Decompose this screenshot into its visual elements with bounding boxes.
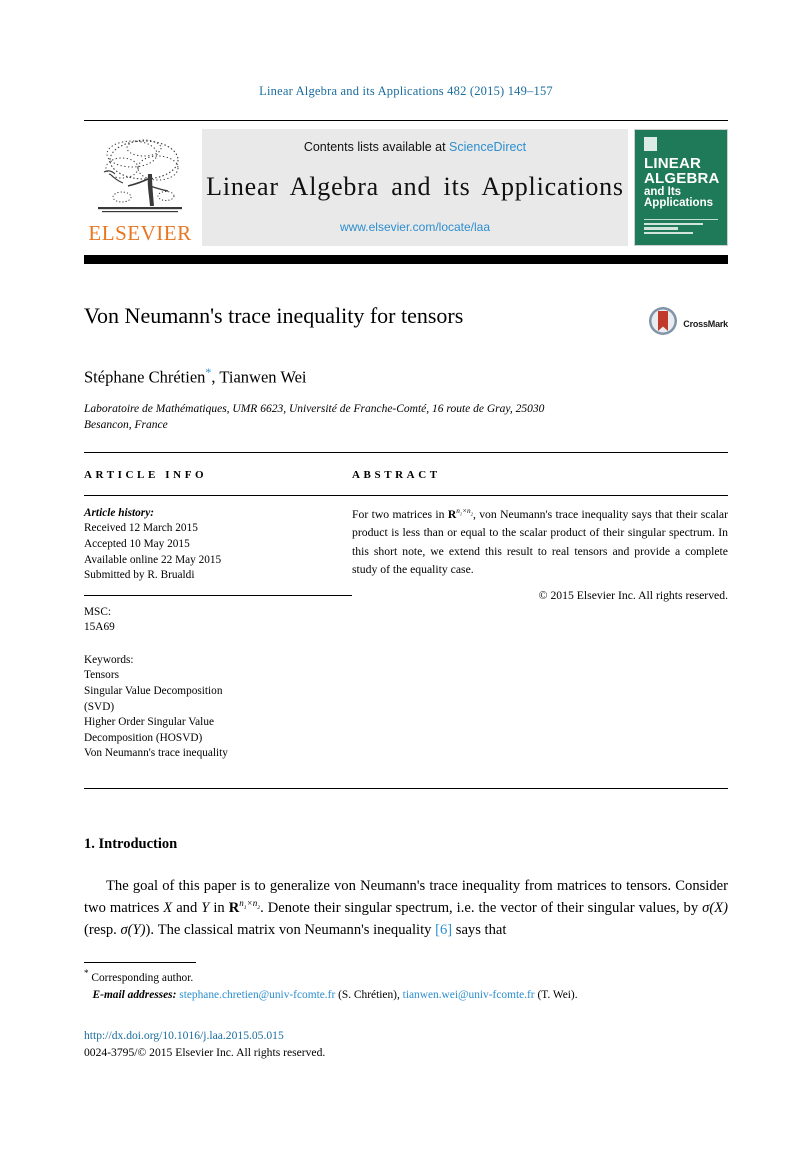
history-item: Submitted by R. Brualdi xyxy=(84,569,195,582)
masthead-thick-divider xyxy=(84,255,728,264)
author-name-2: , Tianwen Wei xyxy=(211,367,307,387)
intro-text-d: . Denote their singular spectrum, i.e. t… xyxy=(260,900,703,917)
contents-lists-line: Contents lists available at ScienceDirec… xyxy=(304,140,526,154)
abstract-column: ABSTRACT For two matrices in Rn1×n2, von… xyxy=(352,469,728,762)
history-item: Accepted 10 May 2015 xyxy=(84,538,190,550)
footnote-rule xyxy=(84,962,196,963)
page-title: Von Neumann's trace inequality for tenso… xyxy=(84,303,464,328)
title-row: Von Neumann's trace inequality for tenso… xyxy=(84,302,728,341)
msc-value: 15A69 xyxy=(84,621,115,634)
keyword-item: (SVD) xyxy=(84,700,115,713)
keyword-item: Decomposition (HOSVD) xyxy=(84,731,203,744)
email-owner-2: (T. Wei). xyxy=(537,988,578,1001)
keyword-item: Tensors xyxy=(84,669,119,682)
citation-link-6[interactable]: [6] xyxy=(435,922,452,938)
masthead-top-rule xyxy=(84,120,728,121)
journal-homepage-link[interactable]: www.elsevier.com/locate/laa xyxy=(340,220,490,234)
elsevier-tree-icon xyxy=(92,134,188,222)
crossmark-icon xyxy=(648,306,678,341)
masthead-center-panel: Contents lists available at ScienceDirec… xyxy=(202,129,628,246)
keyword-item: Von Neumann's trace inequality xyxy=(84,747,228,760)
contents-lists-prefix: Contents lists available at xyxy=(303,140,450,154)
elsevier-logo: ELSEVIER xyxy=(84,129,196,246)
author-list: Stéphane Chrétien*, Tianwen Wei xyxy=(84,365,728,388)
author-affiliation: Laboratoire de Mathématiques, UMR 6623, … xyxy=(84,402,545,432)
running-head: Linear Algebra and its Applications 482 … xyxy=(259,84,553,98)
footnote-marker: * xyxy=(84,968,89,978)
history-item: Available online 22 May 2015 xyxy=(84,553,222,566)
email-owner-1: (S. Chrétien), xyxy=(338,988,400,1001)
msc-label: MSC: xyxy=(84,605,112,618)
cover-line-2: ALGEBRA xyxy=(644,170,720,188)
history-item: Received 12 March 2015 xyxy=(84,522,198,535)
info-abstract-columns: ARTICLE INFO Article history: Received 1… xyxy=(84,469,728,762)
abstract-heading: ABSTRACT xyxy=(352,468,441,481)
section-heading-introduction: 1. Introduction xyxy=(84,835,178,852)
keyword-item: Singular Value Decomposition xyxy=(84,685,223,698)
abstract-math-reals: R xyxy=(447,507,457,521)
intro-math-sigma-X: σ(X) xyxy=(702,900,728,917)
doi-link[interactable]: http://dx.doi.org/10.1016/j.laa.2015.05.… xyxy=(84,1029,284,1042)
article-history-bottom-rule xyxy=(84,594,352,596)
sciencedirect-link[interactable]: ScienceDirect xyxy=(449,140,526,154)
intro-math-times: ×n xyxy=(246,898,258,909)
journal-article-page: Linear Algebra and its Applications 482 … xyxy=(0,0,808,1162)
elsevier-wordmark: ELSEVIER xyxy=(88,221,192,245)
cover-footer-decoration xyxy=(644,219,718,236)
email-link-2[interactable]: tianwen.wei@univ-fcomte.fr xyxy=(403,989,535,1001)
keywords-block: Keywords: Tensors Singular Value Decompo… xyxy=(84,653,352,762)
footnote-area: * Corresponding author. E-mail addresses… xyxy=(84,962,728,1004)
cover-line-1: LINEAR xyxy=(644,155,702,172)
intro-math-sigma-Y: σ(Y) xyxy=(120,922,146,939)
abstract-rule xyxy=(352,494,728,496)
journal-masthead: ELSEVIER Contents lists available at Sci… xyxy=(84,129,728,246)
abstract-math-times: ×n xyxy=(462,506,471,515)
intro-text-c: in xyxy=(209,900,229,917)
page-content: Linear Algebra and its Applications 482 … xyxy=(84,0,728,941)
article-history-label: Article history: xyxy=(84,506,154,519)
cover-line-4: Applications xyxy=(644,197,714,210)
article-history-block: Article history: Received 12 March 2015 … xyxy=(84,506,352,584)
article-info-heading: ARTICLE INFO xyxy=(84,468,208,481)
intro-text-b: and xyxy=(172,900,202,917)
footnote-emails: E-mail addresses: stephane.chretien@univ… xyxy=(84,987,728,1004)
msc-block: MSC: 15A69 xyxy=(84,605,352,636)
intro-math-reals: R xyxy=(228,900,240,917)
article-info-column: ARTICLE INFO Article history: Received 1… xyxy=(84,469,352,762)
abstract-bottom-rule xyxy=(84,787,728,789)
abstract-part-1: For two matrices in xyxy=(352,507,448,521)
keywords-label: Keywords: xyxy=(84,653,134,666)
affiliation-bottom-rule xyxy=(84,451,728,453)
footnote-corresponding-text: Corresponding author. xyxy=(91,971,194,984)
intro-text-e: (resp. xyxy=(84,922,121,939)
footnote-corresponding-author: * Corresponding author. xyxy=(84,967,728,987)
cover-title-lines: LINEAR ALGEBRA and Its Applications xyxy=(644,156,720,210)
journal-cover-thumbnail[interactable]: LINEAR ALGEBRA and Its Applications xyxy=(634,129,728,246)
intro-text-g: says that xyxy=(452,922,507,939)
intro-math-X: X xyxy=(163,900,173,917)
author-name-1: Stéphane Chrétien xyxy=(84,367,206,387)
abstract-text: For two matrices in Rn1×n2, von Neumann'… xyxy=(352,506,728,580)
cover-publisher-mark-icon xyxy=(644,137,657,151)
introduction-paragraph: The goal of this paper is to generalize … xyxy=(84,875,728,942)
intro-text-f: ). The classical matrix von Neumann's in… xyxy=(145,922,436,939)
keyword-item: Higher Order Singular Value xyxy=(84,716,214,729)
article-info-rule xyxy=(84,494,352,496)
email-addresses-label: E-mail addresses: xyxy=(92,988,177,1001)
footer-doi-block: http://dx.doi.org/10.1016/j.laa.2015.05.… xyxy=(84,1028,728,1062)
journal-title: Linear Algebra and its Applications xyxy=(206,172,624,201)
email-link-1[interactable]: stephane.chretien@univ-fcomte.fr xyxy=(179,989,335,1001)
crossmark-label: CrossMark xyxy=(683,318,728,329)
abstract-copyright: © 2015 Elsevier Inc. All rights reserved… xyxy=(538,588,728,602)
issn-copyright-line: 0024-3795/© 2015 Elsevier Inc. All right… xyxy=(84,1045,326,1059)
crossmark-badge[interactable]: CrossMark xyxy=(648,306,728,341)
